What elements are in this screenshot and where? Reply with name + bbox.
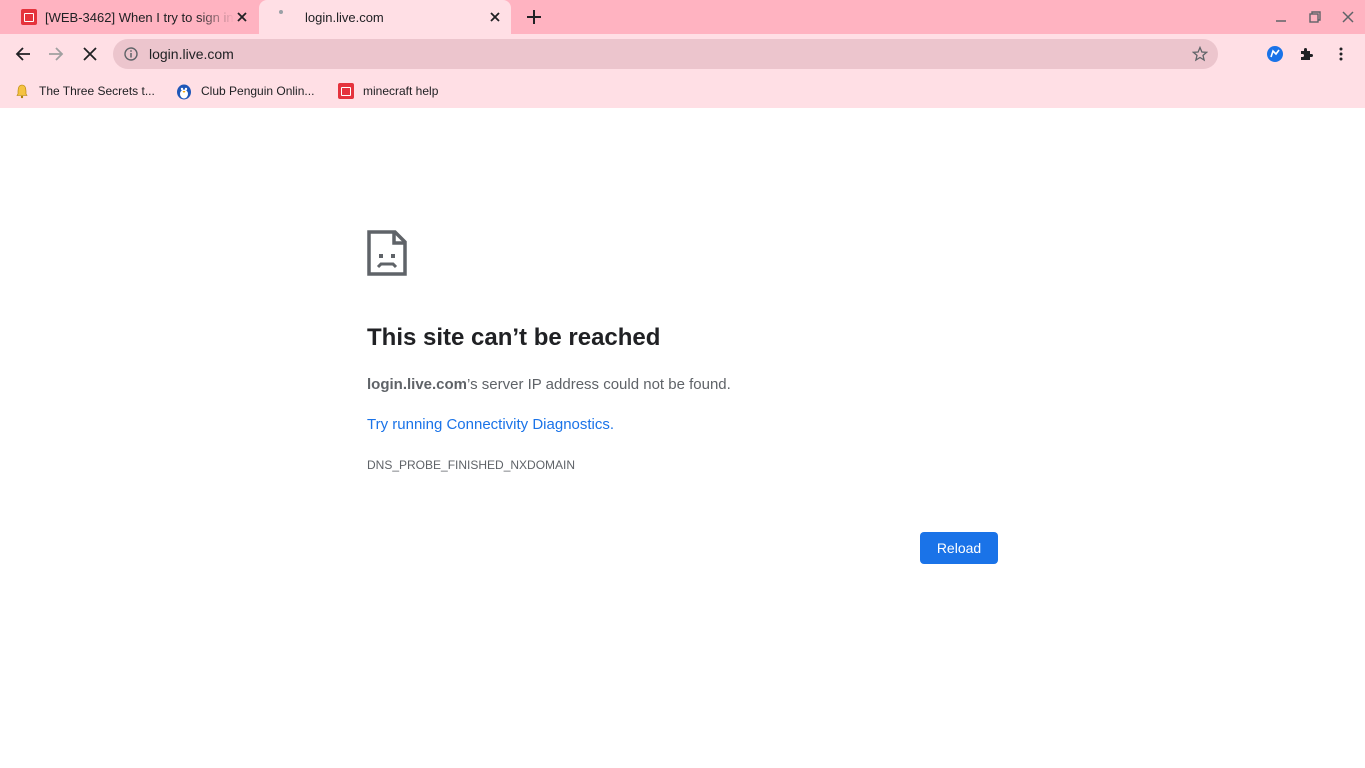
red-grid-favicon-icon xyxy=(21,9,37,25)
arrow-right-icon xyxy=(49,47,64,61)
connectivity-diagnostics-link[interactable]: Try running Connectivity Diagnostics. xyxy=(367,416,614,433)
error-host: login.live.com xyxy=(367,376,468,393)
bookmarks-bar: The Three Secrets t... Club Penguin Onli… xyxy=(0,74,1365,108)
bookmark-club-penguin[interactable]: Club Penguin Onlin... xyxy=(175,80,314,102)
close-window-button[interactable] xyxy=(1339,8,1357,26)
bookmark-label: Club Penguin Onlin... xyxy=(201,84,315,98)
bookmark-label: minecraft help xyxy=(363,84,439,98)
extension-badge-icon xyxy=(1267,46,1283,62)
star-icon[interactable] xyxy=(1192,46,1208,62)
tab-strip: [WEB-3462] When I try to sign into login… xyxy=(0,0,1365,34)
extensions-button[interactable] xyxy=(1295,42,1319,66)
bell-icon xyxy=(16,84,28,99)
toolbar: login.live.com xyxy=(0,34,1365,74)
error-message: ’s server IP address could not be found. xyxy=(467,376,731,393)
loading-spinner-icon xyxy=(279,10,283,14)
bookmark-minecraft-help[interactable]: minecraft help xyxy=(338,80,438,102)
bookmark-three-secrets[interactable]: The Three Secrets t... xyxy=(14,80,155,102)
stop-icon xyxy=(83,47,97,61)
profile-extension-button[interactable] xyxy=(1263,42,1287,66)
close-icon[interactable] xyxy=(487,9,503,25)
error-code: DNS_PROBE_FINISHED_NXDOMAIN xyxy=(367,458,576,472)
stop-button[interactable] xyxy=(78,42,102,66)
new-tab-button[interactable] xyxy=(522,5,546,29)
restore-icon xyxy=(1309,11,1321,23)
reload-button[interactable]: Reload xyxy=(920,532,998,564)
forward-button[interactable] xyxy=(44,42,68,66)
close-icon[interactable] xyxy=(234,9,250,25)
plus-icon xyxy=(527,10,541,24)
tab-title: [WEB-3462] When I try to sign into xyxy=(45,9,234,25)
close-icon xyxy=(1342,11,1354,23)
minimize-icon xyxy=(1276,20,1286,22)
url-text: login.live.com xyxy=(149,46,234,62)
bookmark-label: The Three Secrets t... xyxy=(39,84,155,98)
tab-title: login.live.com xyxy=(305,9,384,25)
error-title: This site can’t be reached xyxy=(367,324,661,351)
address-bar[interactable]: login.live.com xyxy=(113,39,1218,69)
back-button[interactable] xyxy=(11,42,35,66)
sad-document-icon xyxy=(367,230,407,276)
kebab-menu-icon xyxy=(1339,47,1343,61)
penguin-icon xyxy=(177,84,191,100)
arrow-left-icon xyxy=(15,47,30,61)
error-description: login.live.com’s server IP address could… xyxy=(367,376,731,393)
tab-web-3462[interactable]: [WEB-3462] When I try to sign into xyxy=(8,0,258,34)
info-icon[interactable] xyxy=(123,46,139,62)
error-page: This site can’t be reached login.live.co… xyxy=(0,108,1365,768)
red-grid-favicon-icon xyxy=(338,83,354,99)
restore-button[interactable] xyxy=(1306,8,1324,26)
puzzle-icon xyxy=(1301,48,1313,60)
menu-button[interactable] xyxy=(1329,42,1353,66)
tab-login-live[interactable]: login.live.com xyxy=(259,0,511,34)
minimize-button[interactable] xyxy=(1272,8,1290,26)
